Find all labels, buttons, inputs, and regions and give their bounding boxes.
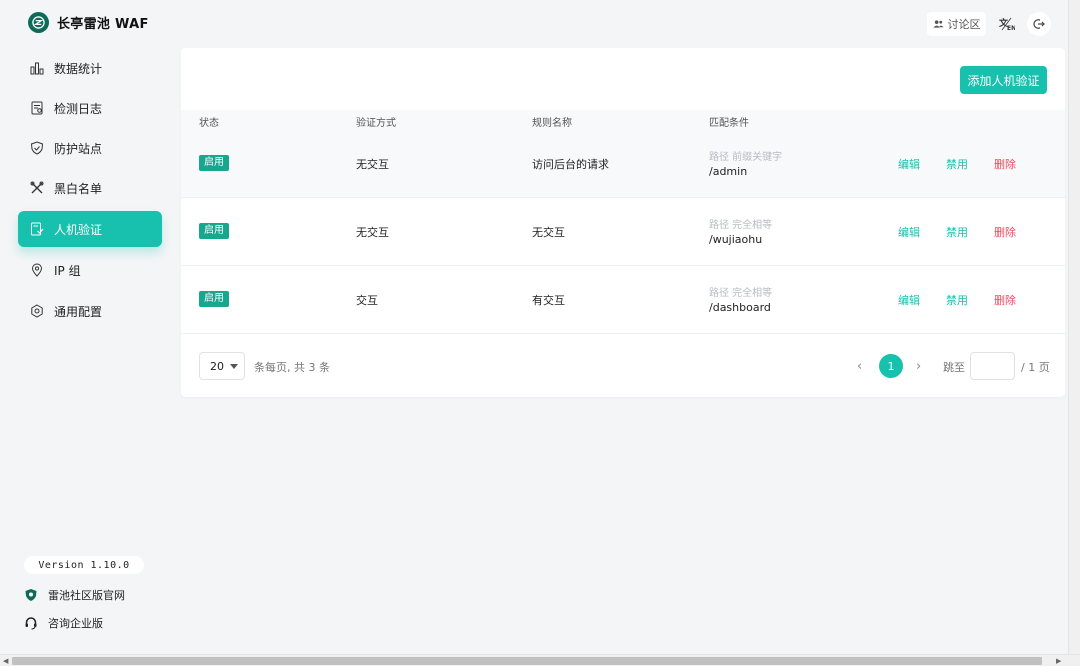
tools-icon: [30, 181, 44, 194]
shield-icon: [30, 141, 44, 155]
rule-name: 访问后台的请求: [532, 158, 609, 171]
total-pages: / 1 页: [1021, 361, 1050, 374]
status-badge: 启用: [199, 291, 229, 307]
page-number-current[interactable]: 1: [879, 354, 903, 378]
condition-value: /dashboard: [709, 301, 771, 314]
verify-method: 无交互: [356, 158, 389, 171]
condition-value: /admin: [709, 165, 748, 178]
page-jump-input[interactable]: [970, 352, 1015, 380]
jump-label: 跳至: [943, 361, 965, 374]
table-row: 启用 无交互 无交互 路径 完全相等 /wujiaohu 编辑 禁用 删除: [181, 198, 1065, 266]
disable-button[interactable]: 禁用: [946, 292, 968, 308]
disable-button[interactable]: 禁用: [946, 224, 968, 240]
captcha-rules-card: 添加人机验证 状态 验证方式 规则名称 匹配条件 启用 无交互 访问后台的请求 …: [181, 48, 1065, 397]
bar-chart-icon: [30, 62, 44, 75]
disable-button[interactable]: 禁用: [946, 156, 968, 172]
table-row: 启用 无交互 访问后台的请求 路径 前缀关键字 /admin 编辑 禁用 删除: [181, 130, 1065, 198]
match-condition: 路径 完全相等 /dashboard: [709, 284, 772, 314]
add-captcha-button[interactable]: 添加人机验证: [960, 66, 1047, 94]
sidebar-item-label: 黑白名单: [54, 181, 103, 196]
scroll-left-icon[interactable]: ◀: [3, 657, 8, 665]
condition-type: 路径 前缀关键字: [709, 152, 783, 163]
column-header-name: 规则名称: [532, 118, 572, 129]
translate-icon[interactable]: 文 EN: [994, 12, 1020, 36]
rule-name: 有交互: [532, 294, 565, 307]
users-icon: [932, 20, 944, 28]
sidebar-item-captcha[interactable]: 人机验证: [18, 211, 162, 247]
pagination-summary: 条每页, 共 3 条: [254, 361, 330, 374]
sidebar-item-statistics[interactable]: 数据统计: [18, 50, 162, 86]
sidebar-item-blacklist[interactable]: 黑白名单: [18, 170, 162, 206]
sidebar: 数据统计 检测日志 防护站点 黑白名单 人机验证 IP 组 通用配置 Versi…: [0, 46, 172, 646]
top-header: 长亭雷池 WAF 讨论区 文 EN: [0, 0, 1068, 46]
sidebar-item-sites[interactable]: 防护站点: [18, 130, 162, 166]
verify-method: 无交互: [356, 226, 389, 239]
sidebar-item-label: IP 组: [54, 263, 81, 278]
sidebar-item-label: 人机验证: [54, 222, 103, 237]
condition-value: /wujiaohu: [709, 233, 763, 246]
sidebar-item-label: 通用配置: [54, 304, 103, 319]
rule-name: 无交互: [532, 226, 565, 239]
enterprise-link[interactable]: 咨询企业版: [24, 615, 103, 631]
community-link-label: 雷池社区版官网: [48, 589, 125, 602]
sidebar-item-settings[interactable]: 通用配置: [18, 293, 162, 329]
horizontal-scroll-thumb[interactable]: [12, 657, 1042, 665]
sidebar-item-label: 数据统计: [54, 61, 103, 76]
sidebar-item-label: 检测日志: [54, 101, 103, 116]
headset-icon: [25, 617, 37, 630]
location-icon: [31, 263, 43, 277]
community-link[interactable]: 雷池社区版官网: [24, 587, 125, 603]
delete-button[interactable]: 删除: [994, 292, 1016, 308]
chevron-right-icon[interactable]: ›: [916, 359, 921, 374]
log-icon: [31, 101, 43, 115]
vertical-scrollbar[interactable]: [1068, 0, 1080, 654]
status-badge: 启用: [199, 155, 229, 171]
page-size-select[interactable]: 20: [199, 352, 245, 380]
brand-title: 长亭雷池 WAF: [57, 17, 149, 32]
delete-button[interactable]: 删除: [994, 156, 1016, 172]
sidebar-item-label: 防护站点: [54, 141, 103, 156]
shield-logo-icon: [25, 589, 37, 601]
match-condition: 路径 前缀关键字 /admin: [709, 148, 782, 178]
column-header-method: 验证方式: [356, 118, 396, 129]
table-row: 启用 交互 有交互 路径 完全相等 /dashboard 编辑 禁用 删除: [181, 266, 1065, 334]
page-size-value: 20: [210, 359, 224, 373]
edit-button[interactable]: 编辑: [898, 292, 920, 308]
enterprise-link-label: 咨询企业版: [48, 617, 103, 630]
table-header: 状态 验证方式 规则名称 匹配条件: [181, 110, 1065, 130]
version-badge: Version 1.10.0: [24, 556, 144, 574]
logout-icon[interactable]: [1027, 12, 1051, 36]
chevron-left-icon[interactable]: ‹: [857, 359, 862, 374]
logo-icon: [28, 12, 49, 33]
horizontal-scrollbar[interactable]: ◀ ▶: [0, 654, 1080, 666]
column-header-condition: 匹配条件: [709, 118, 749, 129]
edit-button[interactable]: 编辑: [898, 156, 920, 172]
sidebar-item-ip-group[interactable]: IP 组: [18, 252, 162, 288]
condition-type: 路径 完全相等: [709, 288, 773, 299]
svg-text:EN: EN: [1007, 25, 1015, 31]
captcha-icon: [31, 222, 44, 236]
caret-down-icon: [230, 363, 238, 369]
gear-icon: [31, 304, 43, 318]
edit-button[interactable]: 编辑: [898, 224, 920, 240]
sidebar-item-logs[interactable]: 检测日志: [18, 90, 162, 126]
delete-button[interactable]: 删除: [994, 224, 1016, 240]
status-badge: 启用: [199, 223, 229, 239]
forum-label: 讨论区: [947, 18, 981, 31]
forum-button[interactable]: 讨论区: [927, 12, 986, 36]
verify-method: 交互: [356, 294, 378, 307]
scroll-right-icon[interactable]: ▶: [1056, 657, 1061, 665]
match-condition: 路径 完全相等 /wujiaohu: [709, 216, 772, 246]
condition-type: 路径 完全相等: [709, 220, 773, 231]
column-header-status: 状态: [199, 118, 219, 129]
